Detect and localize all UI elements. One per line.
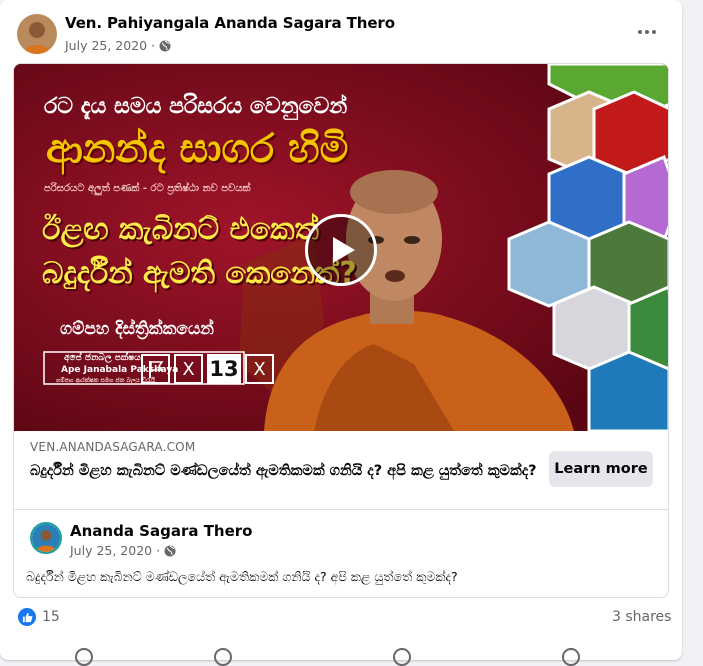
divider	[14, 509, 668, 510]
comment-action-icon[interactable]	[214, 648, 232, 666]
like-action-icon[interactable]	[75, 648, 93, 666]
quoted-author-name[interactable]: Ananda Sagara Thero	[70, 522, 252, 540]
thumb-line-3: පරිසරයට අලුත් පණක් - රට ප්‍රතිෂ්ඨා නව පව…	[44, 183, 251, 194]
link-domain: VEN.ANANDASAGARA.COM	[30, 440, 196, 454]
flag-icon	[141, 354, 170, 384]
like-icon	[18, 608, 36, 626]
quoted-post-text: බදුර්දීන් මිළහ කැබිනට් මණ්ඩලයේත් ඇමතිකමක…	[26, 569, 458, 584]
post-card: Ven. Pahiyangala Ananda Sagara Thero Jul…	[0, 0, 682, 666]
party-name-sinhala: අපේ ජනබල පක්ෂය	[64, 353, 141, 363]
reaction-summary[interactable]: 15	[18, 608, 60, 626]
ballot-marks: X 13 X	[141, 354, 274, 384]
learn-more-button[interactable]: Learn more	[549, 451, 653, 487]
thumb-line-2: ආනන්ද සාගර හිමි	[46, 126, 349, 172]
reaction-count: 15	[42, 609, 60, 625]
share-count[interactable]: 3 shares	[612, 609, 671, 625]
post-date[interactable]: July 25, 2020	[65, 38, 147, 53]
shared-link-card[interactable]: රට දැය සමය පරිසරය වෙනුවෙන් ආනන්ද සාගර හි…	[13, 63, 669, 598]
more-options-icon[interactable]	[632, 22, 662, 42]
ballot-x-1: X	[174, 354, 203, 384]
post-author-name[interactable]: Ven. Pahiyangala Ananda Sagara Thero	[65, 14, 395, 32]
share-action-icon[interactable]	[393, 648, 411, 666]
globe-icon	[159, 40, 171, 51]
quoted-date[interactable]: July 25, 2020	[70, 543, 152, 558]
globe-icon	[164, 545, 176, 556]
ballot-number: 13	[207, 354, 241, 384]
video-thumbnail[interactable]: රට දැය සමය පරිසරය වෙනුවෙන් ආනන්ද සාගර හි…	[14, 64, 668, 431]
author-avatar[interactable]	[17, 14, 57, 54]
reaction-picker-icon[interactable]	[562, 648, 580, 666]
ballot-x-2: X	[245, 354, 274, 384]
thumb-line-4: ඊළඟ කැබිනට් එකෙත්	[42, 212, 320, 247]
quoted-author-avatar[interactable]	[30, 522, 62, 554]
thumb-line-6: ගම්පහ දිස්ත්‍රික්කයෙන්	[60, 319, 214, 339]
thumb-line-1: රට දැය සමය පරිසරය වෙනුවෙන්	[44, 94, 348, 119]
post-meta: July 25, 2020 ·	[65, 38, 171, 53]
quoted-meta: July 25, 2020 ·	[70, 543, 176, 558]
link-title[interactable]: බදුර්දීන් මිළහ කැබිනට් මණ්ඩලයේත් ඇමතිකමක…	[30, 460, 540, 482]
play-icon[interactable]	[305, 214, 377, 286]
